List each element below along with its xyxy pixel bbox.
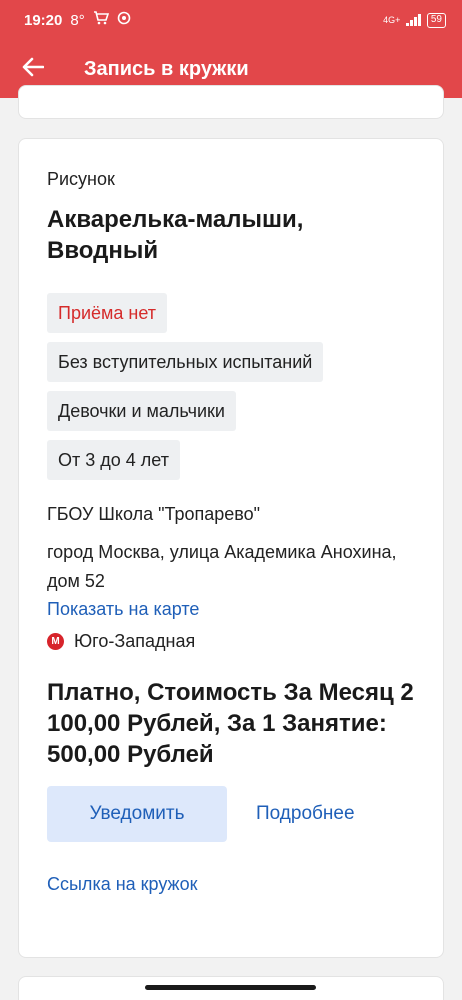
- show-on-map-link[interactable]: Показать на карте: [47, 597, 415, 621]
- arrow-left-icon: [22, 57, 45, 82]
- club-actions: Уведомить Подробнее: [47, 786, 415, 842]
- club-category: Рисунок: [47, 169, 115, 189]
- club-address: город Москва, улица Академика Анохина, д…: [47, 542, 397, 591]
- entrance-tests-tag: Без вступительных испытаний: [47, 342, 324, 382]
- club-card: Рисунок Акварелька-малыши, Вводный Приём…: [18, 138, 444, 958]
- battery-level: 59: [430, 14, 442, 25]
- battery-icon: 59: [426, 12, 446, 28]
- club-price: Платно, Стоимость За Месяц 2 100,00 Рубл…: [47, 679, 414, 768]
- app-notification-icon: [117, 11, 131, 29]
- club-tags: Приёма нет Без вступительных испытаний Д…: [47, 293, 415, 480]
- status-time: 19:20: [24, 11, 63, 29]
- gender-tag: Девочки и мальчики: [47, 391, 236, 431]
- club-name: Акварелька-малыши, Вводный: [47, 206, 304, 264]
- more-details-button[interactable]: Подробнее: [256, 803, 355, 825]
- school-name: ГБОУ Школа "Тропарево": [47, 504, 261, 524]
- status-temperature: 8°: [70, 11, 85, 29]
- notify-button[interactable]: Уведомить: [47, 786, 227, 842]
- metro-station-name: Юго-Западная: [74, 631, 196, 651]
- status-bar: 19:20 8° 4G+ 59: [0, 0, 462, 40]
- age-tag: От 3 до 4 лет: [47, 440, 180, 480]
- cart-icon: [93, 11, 109, 29]
- network-type: 4G+: [383, 15, 401, 25]
- metro-station: М Юго-Западная: [47, 631, 415, 652]
- page-title: Запись в кружки: [84, 57, 249, 80]
- metro-icon: М: [47, 633, 64, 650]
- club-link[interactable]: Ссылка на кружок: [47, 874, 415, 895]
- signal-icon: [406, 14, 421, 26]
- previous-club-card: [18, 85, 444, 119]
- admission-status-tag: Приёма нет: [47, 293, 167, 333]
- gesture-navigation-bar[interactable]: [145, 985, 316, 990]
